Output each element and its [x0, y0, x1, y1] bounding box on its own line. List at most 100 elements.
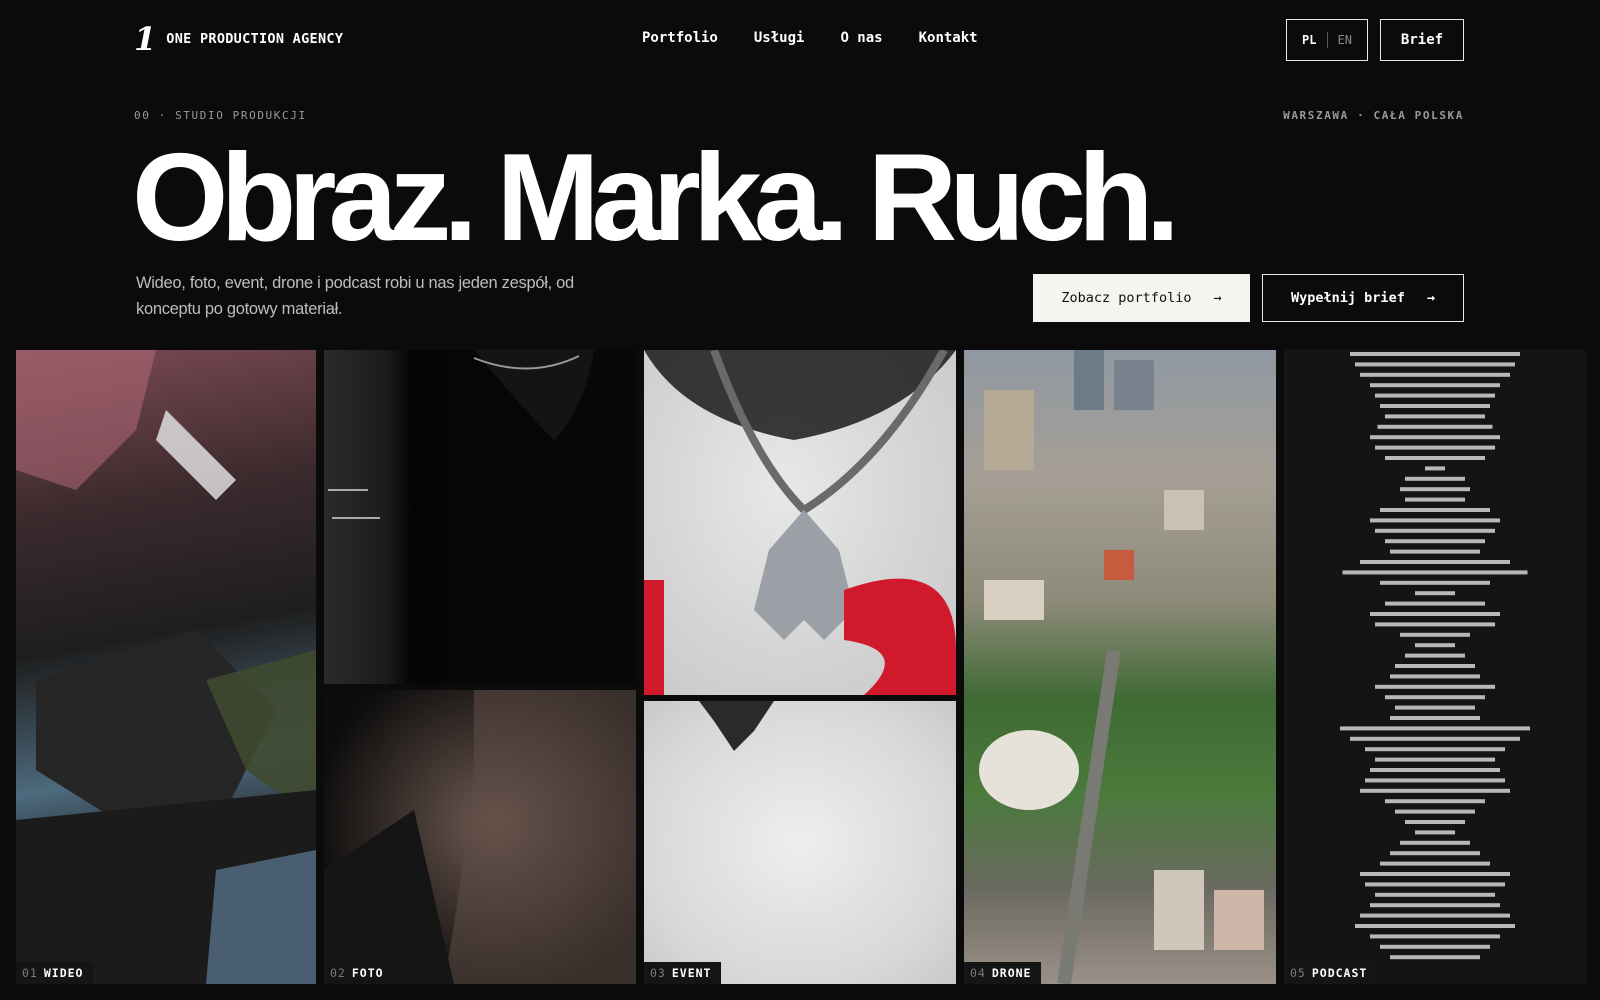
waveform-bar: [1415, 591, 1455, 596]
waveform-bar: [1395, 809, 1475, 814]
fill-brief-label: Wypełnij brief: [1291, 290, 1405, 306]
waveform-bar: [1380, 404, 1490, 408]
waveform-bar: [1360, 913, 1510, 918]
nav-kontakt[interactable]: Kontakt: [919, 30, 978, 46]
waveform-bar: [1400, 840, 1470, 845]
waveform-bar: [1390, 955, 1480, 960]
tile-tag: 05 PODCAST: [1284, 962, 1378, 984]
waveform-bar: [1380, 580, 1490, 585]
waveform-bar: [1375, 445, 1495, 450]
lang-pl[interactable]: PL: [1302, 33, 1316, 47]
hero-lead: Wideo, foto, event, drone i podcast robi…: [136, 274, 574, 318]
foto-image-bottom: [324, 690, 636, 984]
waveform-bar: [1400, 632, 1470, 637]
tile-foto-top[interactable]: [324, 350, 636, 684]
waveform-bar: [1390, 851, 1480, 856]
waveform-bar: [1360, 872, 1510, 876]
waveform-bar: [1360, 560, 1510, 564]
event-image-top: [644, 350, 956, 695]
waveform-bar: [1365, 778, 1505, 783]
waveform-bar: [1380, 861, 1490, 866]
waveform-bar: [1405, 476, 1465, 481]
waveform-bar: [1355, 362, 1515, 367]
waveform-bar: [1360, 788, 1510, 793]
tile-drone[interactable]: 04 DRONE: [964, 350, 1276, 984]
waveform-bar: [1405, 497, 1465, 502]
waveform-bar: [1377, 424, 1493, 429]
waveform-bar: [1342, 570, 1528, 575]
waveform-bar: [1395, 705, 1475, 710]
waveform-bar: [1390, 674, 1480, 679]
tile-wideo[interactable]: 01 WIDEO: [16, 350, 316, 984]
waveform-bar: [1370, 612, 1500, 616]
fill-brief-button[interactable]: Wypełnij brief →: [1262, 274, 1464, 322]
logo-mark: 1: [134, 20, 157, 58]
waveform-bar: [1375, 622, 1495, 627]
waveform-bar: [1350, 352, 1520, 356]
waveform-bar: [1380, 508, 1490, 512]
waveform-bar: [1385, 695, 1485, 700]
logo-text: ONE PRODUCTION AGENCY: [166, 31, 344, 47]
brief-button[interactable]: Brief: [1380, 19, 1464, 61]
waveform-bar: [1370, 383, 1500, 388]
eyebrow-left: 00 · STUDIO PRODUKCJI: [134, 109, 307, 122]
lang-divider: [1326, 32, 1328, 48]
nav-o-nas[interactable]: O nas: [840, 30, 882, 46]
waveform-bar: [1390, 716, 1480, 720]
tile-tag: 01 WIDEO: [16, 962, 94, 984]
waveform-bar: [1385, 799, 1485, 804]
podcast-waveform: [1340, 352, 1530, 960]
tile-event-top[interactable]: [644, 350, 956, 695]
waveform-bar: [1370, 903, 1500, 908]
foto-image-top: [328, 350, 594, 519]
nav-portfolio[interactable]: Portfolio: [642, 30, 718, 46]
tile-tag: 03 EVENT: [644, 962, 722, 984]
waveform-bar: [1365, 747, 1505, 752]
waveform-bar: [1360, 372, 1510, 377]
waveform-bar: [1400, 487, 1470, 492]
waveform-bar: [1340, 726, 1530, 731]
waveform-bar: [1380, 944, 1490, 949]
waveform-bar: [1350, 736, 1520, 741]
waveform-bar: [1415, 830, 1455, 835]
tile-tag: 04 DRONE: [964, 962, 1042, 984]
tile-foto[interactable]: 02 FOTO: [324, 690, 636, 984]
waveform-bar: [1370, 768, 1500, 772]
waveform-bar: [1390, 549, 1480, 554]
waveform-bar: [1355, 924, 1515, 928]
waveform-bar: [1375, 393, 1495, 398]
arrow-right-icon: →: [1213, 290, 1222, 306]
event-image-bottom: [699, 701, 774, 751]
waveform-bar: [1425, 466, 1445, 471]
waveform-bar: [1405, 820, 1465, 824]
waveform-bar: [1385, 414, 1485, 419]
waveform-bar: [1375, 684, 1495, 689]
waveform-bar: [1375, 528, 1495, 533]
view-portfolio-button[interactable]: Zobacz portfolio →: [1033, 274, 1250, 322]
waveform-bar: [1395, 664, 1475, 668]
drone-image: [979, 350, 1264, 984]
waveform-bar: [1385, 456, 1485, 460]
waveform-bar: [1370, 435, 1500, 440]
waveform-bar: [1365, 882, 1505, 887]
waveform-bar: [1415, 643, 1455, 648]
logo[interactable]: 1 ONE PRODUCTION AGENCY: [134, 22, 343, 56]
waveform-bar: [1375, 892, 1495, 897]
hero-headline: Obraz. Marka. Ruch.: [132, 129, 1180, 267]
language-switcher: PL EN: [1286, 19, 1368, 61]
waveform-bar: [1385, 539, 1485, 544]
tile-event[interactable]: 03 EVENT: [644, 701, 956, 984]
tile-podcast[interactable]: 05 PODCAST: [1284, 350, 1586, 984]
lang-en[interactable]: EN: [1338, 33, 1352, 47]
nav-uslugi[interactable]: Usługi: [754, 30, 805, 46]
waveform-bar: [1370, 518, 1500, 523]
main-nav: Portfolio Usługi O nas Kontakt: [642, 30, 978, 46]
waveform-bar: [1370, 934, 1500, 939]
view-portfolio-label: Zobacz portfolio: [1061, 290, 1192, 306]
waveform-bar: [1385, 601, 1485, 606]
tile-tag: 02 FOTO: [324, 962, 394, 984]
wideo-image: [16, 350, 316, 984]
waveform-bar: [1405, 653, 1465, 658]
arrow-right-icon: →: [1426, 290, 1435, 306]
waveform-bar: [1375, 757, 1495, 762]
